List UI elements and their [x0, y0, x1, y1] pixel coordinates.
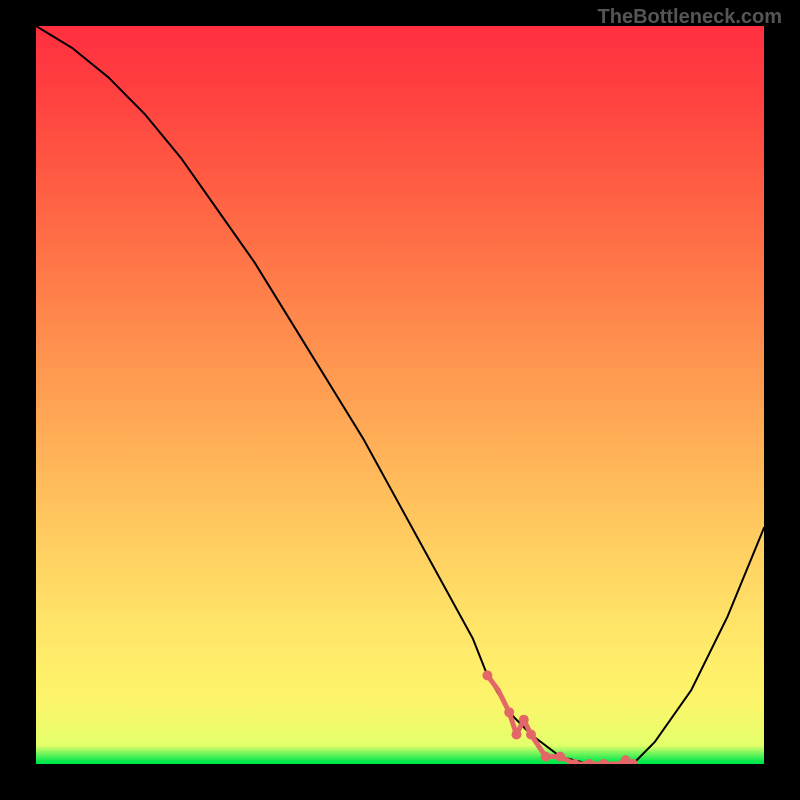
highlight-dot: [541, 752, 551, 762]
chart-svg: [36, 26, 764, 764]
highlight-flat-segment: [487, 675, 633, 764]
highlight-dot: [482, 670, 492, 680]
plot-area: [36, 26, 764, 764]
highlight-dot: [599, 759, 609, 764]
highlight-dot: [526, 730, 536, 740]
watermark-text: TheBottleneck.com: [598, 6, 782, 29]
highlight-dot: [555, 752, 565, 762]
highlight-dot: [584, 759, 594, 764]
bottleneck-curve: [36, 26, 764, 764]
highlight-dot: [504, 707, 514, 717]
highlight-dot: [512, 730, 522, 740]
highlight-dot: [519, 715, 529, 725]
